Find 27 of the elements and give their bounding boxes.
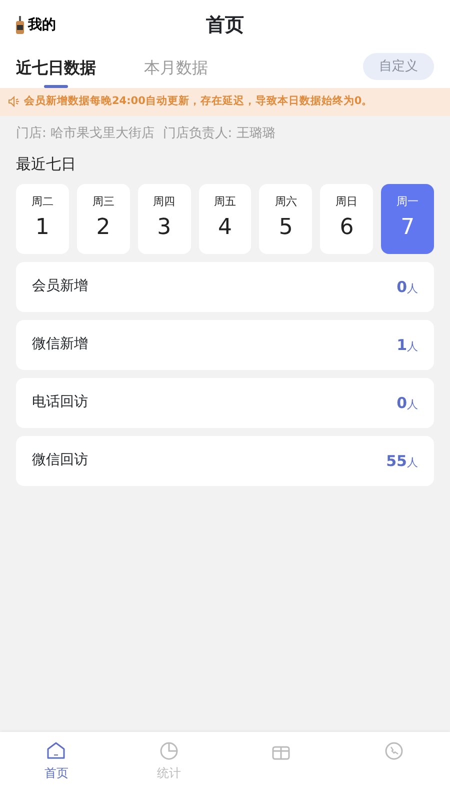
notice-text: 会员新增数据每晚24:00自动更新，存在延迟，导致本日数据始终为0。 [24,94,373,109]
day-button[interactable]: 周三 2 [76,184,130,254]
stat-label: 微信新增 [32,335,88,354]
bottle-icon [16,16,24,34]
stat-label: 电话回访 [32,393,88,412]
phone-icon [382,740,405,762]
day-button[interactable]: 周五 4 [198,184,252,254]
stat-value: 1人 [396,334,418,356]
home-icon [45,740,68,762]
day-button[interactable]: 周二 1 [16,184,69,254]
pie-chart-icon [158,740,180,762]
tab[interactable]: 近七日数据 [16,50,96,88]
back-button[interactable]: 我的 [16,14,56,36]
speaker-icon [8,96,20,108]
day-button[interactable]: 周四 3 [138,184,191,254]
nav-tab[interactable]: 首页 [21,732,92,800]
stat-value: 0人 [396,392,418,414]
stat-value: 0人 [396,276,418,298]
stat-label: 会员新增 [32,277,88,296]
stat-label: 微信回访 [32,451,88,470]
section-title: 最近七日 [16,154,77,176]
day-button[interactable]: 周六 5 [259,184,312,254]
day-button[interactable]: 周一 7 [381,184,434,254]
store-info: 门店: 哈市果戈里大街店 门店负责人: 王璐璐 [16,124,276,143]
day-button[interactable]: 周日 6 [320,184,374,254]
stat-value: 55人 [386,450,418,472]
page-title: 首页 [206,12,244,38]
